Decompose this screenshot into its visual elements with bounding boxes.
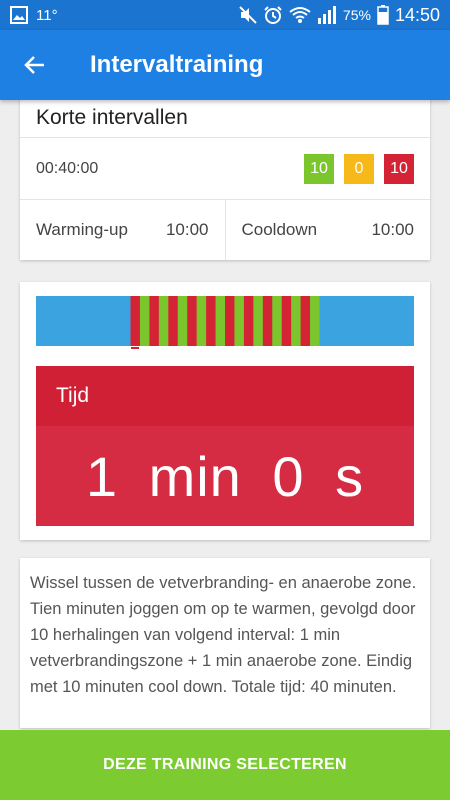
current-interval-box: Tijd 1 min 0 s [36, 366, 414, 526]
timeline-interval-segment [168, 296, 179, 346]
description-card: Wissel tussen de vetverbranding- en anae… [20, 558, 430, 728]
timeline-interval-segment [272, 296, 283, 346]
timeline-interval-segment [243, 296, 254, 346]
timeline-interval-segment [149, 296, 160, 346]
zone-badge-green: 10 [304, 153, 334, 184]
signal-icon [317, 6, 337, 24]
alarm-icon [263, 5, 283, 25]
battery-percent: 75% [342, 7, 371, 23]
battery-icon [377, 5, 389, 25]
cooldown-cell: Cooldown 10:00 [224, 200, 431, 260]
warmup-label: Warming-up [36, 220, 128, 239]
select-training-button[interactable]: DEZE TRAINING SELECTEREN [0, 730, 450, 800]
current-interval-time: 1 min 0 s [85, 444, 365, 508]
timeline-interval-segment [300, 296, 311, 346]
mute-icon [239, 6, 257, 24]
interval-card: Tijd 1 min 0 s [20, 282, 430, 540]
warmup-cell: Warming-up 10:00 [20, 200, 225, 260]
training-description: Wissel tussen de vetverbranding- en anae… [30, 574, 417, 696]
total-duration: 00:40:00 [36, 159, 99, 177]
timeline-interval-segment [215, 296, 226, 346]
warmup-cooldown-row: Warming-up 10:00 Cooldown 10:00 [20, 200, 430, 260]
page-title: Intervaltraining [90, 51, 264, 78]
zone-badges: 10 0 10 [304, 153, 414, 184]
timeline-interval-segment [281, 296, 292, 346]
position-marker [131, 347, 139, 349]
timeline-interval-segment [234, 296, 245, 346]
timeline-interval-segment [206, 296, 217, 346]
training-summary-card: Korte intervallen 00:40:00 10 0 10 Warmi… [20, 98, 430, 260]
back-button[interactable] [0, 30, 70, 100]
timeline-interval-segment [253, 296, 264, 346]
image-notification-icon [10, 6, 28, 24]
zone-badge-red: 10 [384, 153, 414, 184]
timeline-interval-segment [158, 296, 169, 346]
clock: 14:50 [394, 4, 440, 25]
timeline-interval-segment [262, 296, 273, 346]
zone-badge-yellow: 0 [344, 153, 374, 184]
training-name: Korte intervallen [20, 98, 430, 138]
timeline-interval-segment [225, 296, 235, 346]
status-bar: 11° 75% 14:50 [0, 0, 450, 30]
current-interval-label: Tijd [36, 366, 414, 426]
duration-row: 00:40:00 10 0 10 [20, 138, 430, 200]
arrow-left-icon [24, 56, 44, 74]
temperature: 11° [36, 6, 58, 24]
timeline-interval-segment [187, 296, 198, 346]
timeline-interval-segment [196, 296, 207, 346]
timeline-interval-segment [310, 296, 320, 346]
interval-timeline[interactable] [36, 296, 414, 346]
timeline-warmup-segment [36, 296, 131, 346]
cooldown-value: 10:00 [371, 220, 414, 239]
timeline-interval-segment [291, 296, 302, 346]
warmup-value: 10:00 [165, 220, 209, 239]
timeline-interval-segment [139, 296, 150, 346]
timeline-interval-segment [130, 296, 141, 346]
timeline-cooldown-segment [319, 296, 414, 346]
cooldown-label: Cooldown [241, 220, 318, 239]
app-bar: Intervaltraining [0, 30, 450, 100]
timeline-interval-segment [177, 296, 188, 346]
wifi-icon [289, 6, 311, 24]
